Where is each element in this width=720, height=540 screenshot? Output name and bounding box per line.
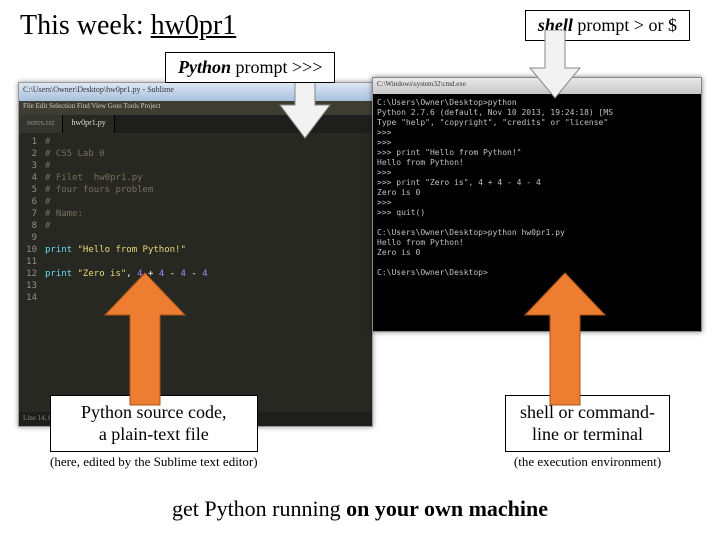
source-code-line2: a plain-text file [99,424,209,444]
python-prompt-label: Python prompt >>> [165,52,335,83]
python-prompt-italic: Python [178,57,231,77]
editor-body: 1234567891011121314 # # CS5 Lab 0 # # Fi… [19,133,372,413]
terminal-line2: line or terminal [532,424,643,444]
arrow-shell-prompt [520,30,590,100]
python-prompt-rest: prompt >>> [231,57,322,77]
title-prefix: This week: [20,10,151,41]
editor-gutter: 1234567891011121314 [19,133,41,413]
page-title: This week: hw0pr1 [20,10,236,42]
title-hw-link: hw0pr1 [151,10,237,41]
footer-prefix: get Python running [172,496,346,521]
source-code-sub: (here, edited by the Sublime text editor… [50,454,258,470]
terminal-sub: (the execution environment) [505,454,670,470]
footer-bold: on your own machine [346,496,548,521]
editor-tab-notes[interactable]: notes.txt [19,115,63,133]
footer-text: get Python running on your own machine [0,496,720,522]
editor-code[interactable]: # # CS5 Lab 0 # # Filet hw0pr1.py # four… [41,133,372,413]
arrow-terminal [520,270,610,410]
editor-tab-hw0pr1[interactable]: hw0pr1.py [63,115,114,133]
arrow-source-code [100,270,190,410]
